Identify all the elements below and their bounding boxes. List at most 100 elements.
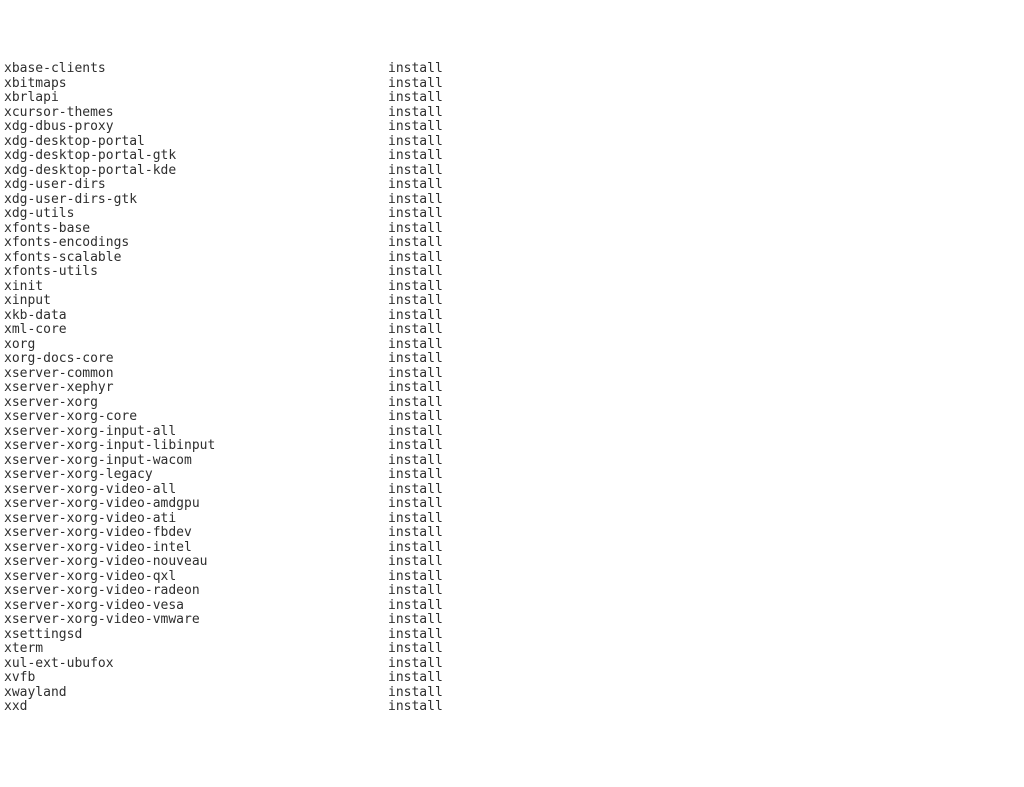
package-status: install bbox=[388, 178, 443, 193]
package-name: xserver-xorg-video-intel bbox=[4, 541, 388, 556]
package-name: xbrlapi bbox=[4, 91, 388, 106]
package-name: xdg-desktop-portal-gtk bbox=[4, 149, 388, 164]
package-status: install bbox=[388, 367, 443, 382]
package-name: xserver-xorg-video-qxl bbox=[4, 570, 388, 585]
package-line: xdg-desktop-portal-gtkinstall bbox=[4, 149, 1024, 164]
package-line: xinitinstall bbox=[4, 280, 1024, 295]
terminal-output[interactable]: xbase-clientsinstallxbitmapsinstallxbrla… bbox=[4, 62, 1024, 715]
package-line: xfonts-baseinstall bbox=[4, 222, 1024, 237]
package-status: install bbox=[388, 570, 443, 585]
package-name: xbase-clients bbox=[4, 62, 388, 77]
package-status: install bbox=[388, 497, 443, 512]
package-line: xserver-xorg-video-vmwareinstall bbox=[4, 613, 1024, 628]
package-line: xcursor-themesinstall bbox=[4, 106, 1024, 121]
package-status: install bbox=[388, 236, 443, 251]
package-status: install bbox=[388, 642, 443, 657]
package-name: xserver-xorg-video-amdgpu bbox=[4, 497, 388, 512]
package-status: install bbox=[388, 77, 443, 92]
package-status: install bbox=[388, 483, 443, 498]
package-status: install bbox=[388, 512, 443, 527]
package-line: xserver-xorg-input-wacominstall bbox=[4, 454, 1024, 469]
package-status: install bbox=[388, 541, 443, 556]
package-status: install bbox=[388, 294, 443, 309]
package-line: xserver-xorg-legacyinstall bbox=[4, 468, 1024, 483]
package-line: xserver-xorg-video-amdgpuinstall bbox=[4, 497, 1024, 512]
package-line: xul-ext-ubufoxinstall bbox=[4, 657, 1024, 672]
package-status: install bbox=[388, 149, 443, 164]
package-name: xserver-xorg-video-ati bbox=[4, 512, 388, 527]
package-line: xsettingsdinstall bbox=[4, 628, 1024, 643]
package-line: xterminstall bbox=[4, 642, 1024, 657]
package-name: xserver-xorg-video-nouveau bbox=[4, 555, 388, 570]
package-status: install bbox=[388, 106, 443, 121]
package-name: xserver-xorg-core bbox=[4, 410, 388, 425]
package-line: xserver-xorg-video-radeoninstall bbox=[4, 584, 1024, 599]
package-status: install bbox=[388, 120, 443, 135]
package-line: xvfbinstall bbox=[4, 671, 1024, 686]
package-status: install bbox=[388, 222, 443, 237]
package-line: xserver-xorg-coreinstall bbox=[4, 410, 1024, 425]
package-line: xdg-desktop-portal-kdeinstall bbox=[4, 164, 1024, 179]
package-line: xwaylandinstall bbox=[4, 686, 1024, 701]
package-status: install bbox=[388, 62, 443, 77]
package-line: xdg-desktop-portalinstall bbox=[4, 135, 1024, 150]
package-name: xcursor-themes bbox=[4, 106, 388, 121]
package-name: xul-ext-ubufox bbox=[4, 657, 388, 672]
package-status: install bbox=[388, 584, 443, 599]
package-line: xkb-datainstall bbox=[4, 309, 1024, 324]
package-line: xserver-xorginstall bbox=[4, 396, 1024, 411]
package-name: xserver-xorg-video-vesa bbox=[4, 599, 388, 614]
package-status: install bbox=[388, 193, 443, 208]
package-name: xdg-user-dirs bbox=[4, 178, 388, 193]
package-status: install bbox=[388, 91, 443, 106]
package-name: xdg-dbus-proxy bbox=[4, 120, 388, 135]
package-line: xdg-user-dirs-gtkinstall bbox=[4, 193, 1024, 208]
package-name: xbitmaps bbox=[4, 77, 388, 92]
package-line: xdg-dbus-proxyinstall bbox=[4, 120, 1024, 135]
package-status: install bbox=[388, 164, 443, 179]
package-name: xorg bbox=[4, 338, 388, 353]
package-line: xdg-user-dirsinstall bbox=[4, 178, 1024, 193]
package-name: xserver-xorg-video-all bbox=[4, 483, 388, 498]
package-name: xdg-utils bbox=[4, 207, 388, 222]
package-status: install bbox=[388, 309, 443, 324]
package-line: xorginstall bbox=[4, 338, 1024, 353]
package-name: xvfb bbox=[4, 671, 388, 686]
package-status: install bbox=[388, 613, 443, 628]
package-line: xserver-xorg-video-qxlinstall bbox=[4, 570, 1024, 585]
package-line: xserver-xorg-video-intelinstall bbox=[4, 541, 1024, 556]
package-name: xdg-user-dirs-gtk bbox=[4, 193, 388, 208]
package-status: install bbox=[388, 323, 443, 338]
package-line: xserver-xorg-video-fbdevinstall bbox=[4, 526, 1024, 541]
package-line: xserver-commoninstall bbox=[4, 367, 1024, 382]
package-status: install bbox=[388, 555, 443, 570]
package-name: xinit bbox=[4, 280, 388, 295]
package-status: install bbox=[388, 468, 443, 483]
package-status: install bbox=[388, 381, 443, 396]
package-name: xserver-xorg-legacy bbox=[4, 468, 388, 483]
package-line: xorg-docs-coreinstall bbox=[4, 352, 1024, 367]
package-line: xml-coreinstall bbox=[4, 323, 1024, 338]
package-status: install bbox=[388, 251, 443, 266]
package-name: xdg-desktop-portal bbox=[4, 135, 388, 150]
package-name: xinput bbox=[4, 294, 388, 309]
package-status: install bbox=[388, 526, 443, 541]
package-name: xterm bbox=[4, 642, 388, 657]
package-name: xfonts-scalable bbox=[4, 251, 388, 266]
package-line: xbrlapiinstall bbox=[4, 91, 1024, 106]
package-line: xserver-xorg-video-vesainstall bbox=[4, 599, 1024, 614]
package-status: install bbox=[388, 686, 443, 701]
package-name: xorg-docs-core bbox=[4, 352, 388, 367]
package-status: install bbox=[388, 700, 443, 715]
package-name: xml-core bbox=[4, 323, 388, 338]
package-name: xkb-data bbox=[4, 309, 388, 324]
package-status: install bbox=[388, 280, 443, 295]
package-line: xfonts-scalableinstall bbox=[4, 251, 1024, 266]
package-name: xfonts-utils bbox=[4, 265, 388, 280]
package-name: xwayland bbox=[4, 686, 388, 701]
package-name: xserver-xorg-video-vmware bbox=[4, 613, 388, 628]
package-line: xserver-xephyrinstall bbox=[4, 381, 1024, 396]
package-line: xdg-utilsinstall bbox=[4, 207, 1024, 222]
package-name: xserver-xorg bbox=[4, 396, 388, 411]
package-name: xsettingsd bbox=[4, 628, 388, 643]
